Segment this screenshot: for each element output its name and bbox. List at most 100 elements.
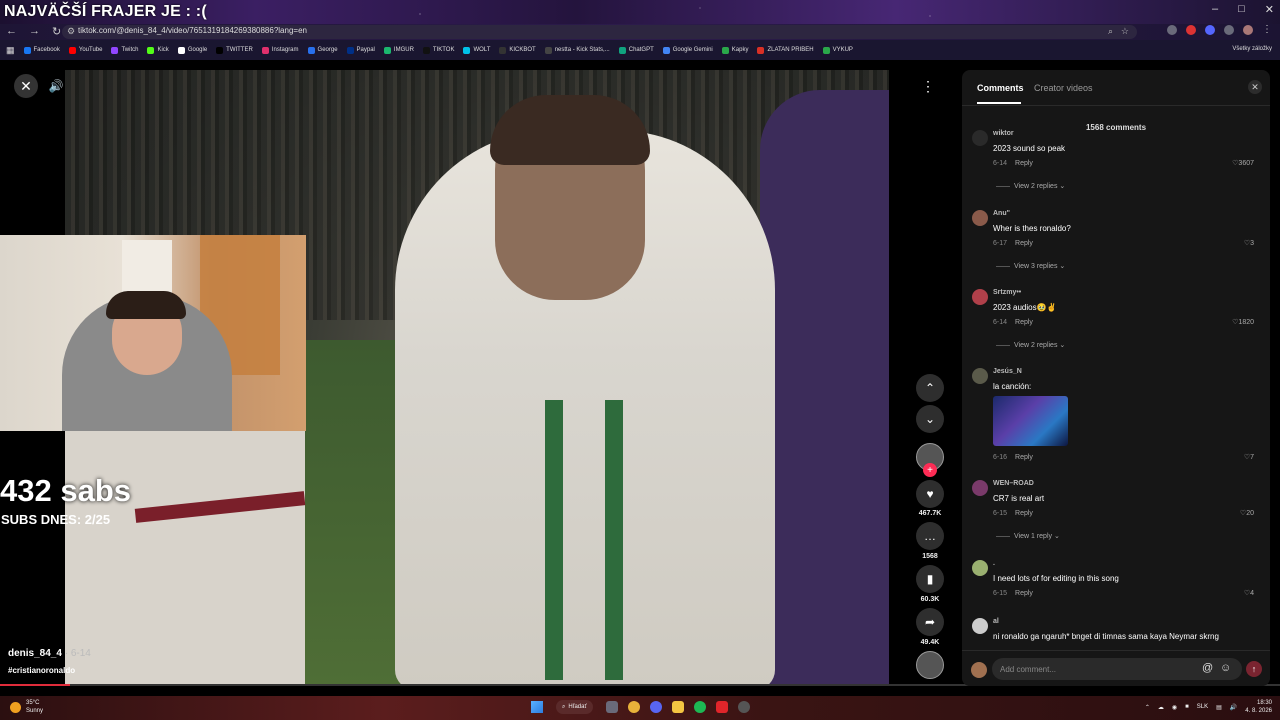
video-author[interactable]: denis_84_4 · 6-14	[8, 648, 91, 659]
view-replies-button[interactable]: View 1 reply ⌄	[996, 532, 1060, 540]
send-comment-icon[interactable]: ↑	[1246, 661, 1262, 677]
extension-icon[interactable]	[1224, 25, 1234, 35]
follow-plus-icon[interactable]: +	[923, 463, 937, 477]
weather-widget[interactable]: 35°C Sunny	[10, 699, 43, 715]
file-explorer-icon[interactable]	[672, 701, 684, 713]
language-indicator[interactable]: SLK	[1197, 704, 1208, 710]
bookmark-item[interactable]: Twitch	[111, 46, 138, 54]
extension-icon[interactable]	[1186, 25, 1196, 35]
reply-button[interactable]: Reply	[1015, 454, 1033, 461]
bookmark-icon[interactable]: ▮	[916, 565, 944, 593]
media-app-icon[interactable]	[716, 701, 728, 713]
commenter-avatar[interactable]	[972, 480, 988, 496]
bookmark-item[interactable]: nestta - Kick Stats,...	[544, 46, 610, 54]
commenter-name[interactable]: Jesús_N	[993, 368, 1022, 375]
comment-like[interactable]: ♡1820	[1232, 318, 1254, 326]
minimize-icon[interactable]: –	[1212, 3, 1218, 16]
commenter-name[interactable]: .	[993, 560, 995, 567]
tab-creator-videos[interactable]: Creator videos	[1034, 83, 1093, 93]
site-info-icon[interactable]: ⚙	[67, 26, 75, 37]
bookmark-item[interactable]: Google	[177, 46, 207, 54]
bookmark-item[interactable]: TWITTER	[216, 46, 253, 54]
commenter-avatar[interactable]	[972, 130, 988, 146]
commenter-avatar[interactable]	[972, 289, 988, 305]
profile-avatar[interactable]	[1243, 25, 1253, 35]
bookmark-star-icon[interactable]: ☆	[1121, 26, 1129, 37]
bookmark-item[interactable]: Google Gemini	[662, 46, 713, 54]
bookmark-item[interactable]: Kapky	[721, 46, 748, 54]
tray-expand-icon[interactable]: ⌃	[1145, 704, 1150, 711]
next-video-button[interactable]: ⌄	[916, 405, 944, 433]
commenter-avatar[interactable]	[972, 618, 988, 634]
emoji-icon[interactable]: ☺	[1220, 662, 1231, 674]
share-icon[interactable]: ➦	[916, 608, 944, 636]
bookmark-item[interactable]: TIKTOK	[422, 46, 454, 54]
volume-icon[interactable]: 🔊	[46, 76, 66, 96]
comment-like[interactable]: ♡3	[1244, 239, 1254, 247]
speaker-icon[interactable]: 🔊	[1230, 704, 1237, 711]
maximize-icon[interactable]: □	[1238, 3, 1245, 16]
commenter-name[interactable]: al	[993, 618, 999, 625]
bookmark-item[interactable]: Instagram	[261, 46, 299, 54]
windows-start-icon[interactable]	[531, 701, 543, 713]
bookmark-item[interactable]: ZLATAN PRIBEH	[757, 46, 814, 54]
close-panel-icon[interactable]: ✕	[1248, 80, 1262, 94]
view-replies-button[interactable]: View 2 replies ⌄	[996, 341, 1065, 349]
bookmark-item[interactable]: YouTube	[68, 46, 102, 54]
sound-disc-icon[interactable]	[916, 651, 944, 679]
bookmark-item[interactable]: Paypal	[346, 46, 375, 54]
commenter-avatar[interactable]	[972, 560, 988, 576]
apps-grid-icon[interactable]: ▦	[6, 45, 15, 56]
commenter-name[interactable]: WEN–ROAD	[993, 480, 1034, 487]
tray-app-icon[interactable]: ☁	[1158, 704, 1164, 711]
video-hashtag[interactable]: #cristianoronaldo	[8, 666, 75, 675]
tray-app-icon[interactable]: ◉	[1172, 704, 1177, 711]
commenter-name[interactable]: wiktor	[993, 130, 1014, 137]
comment-icon[interactable]: …	[916, 522, 944, 550]
spotify-icon[interactable]	[694, 701, 706, 713]
discord-icon[interactable]	[650, 701, 662, 713]
clock[interactable]: 18:30 4. 8. 2026	[1245, 699, 1272, 715]
comment-like[interactable]: ♡3607	[1232, 159, 1254, 167]
like-icon[interactable]: ♥	[916, 480, 944, 508]
extension-icon[interactable]	[1167, 25, 1177, 35]
commenter-avatar[interactable]	[972, 210, 988, 226]
all-bookmarks[interactable]: Všetky záložky	[1232, 46, 1272, 52]
bookmark-item[interactable]: ChatGPT	[618, 46, 654, 54]
menu-dots-icon[interactable]: ⋮	[1262, 25, 1272, 35]
tab-comments[interactable]: Comments	[977, 83, 1024, 93]
close-window-icon[interactable]: ✕	[1265, 3, 1274, 16]
author-name[interactable]: denis_84_4	[8, 648, 62, 659]
extension-icon[interactable]	[1205, 25, 1215, 35]
view-replies-button[interactable]: View 2 replies ⌄	[996, 182, 1065, 190]
close-video-icon[interactable]: ✕	[14, 74, 38, 98]
url-field[interactable]: ⚙ tiktok.com/@denis_84_4/video/765131918…	[62, 25, 1137, 39]
taskbar-search[interactable]: ⌕ Hľadať	[556, 700, 593, 714]
commenter-avatar[interactable]	[972, 368, 988, 384]
reply-button[interactable]: Reply	[1015, 319, 1033, 326]
previous-video-button[interactable]: ⌃	[916, 374, 944, 402]
reply-button[interactable]: Reply	[1015, 510, 1033, 517]
comment-image[interactable]	[993, 396, 1068, 446]
bookmark-item[interactable]: VYKUP	[822, 46, 853, 54]
app-icon[interactable]	[738, 701, 750, 713]
chrome-icon[interactable]	[628, 701, 640, 713]
commenter-name[interactable]: Srtzmy••	[993, 289, 1021, 296]
bookmark-item[interactable]: KICKBOT	[499, 46, 536, 54]
bookmark-item[interactable]: IMGUR	[383, 46, 414, 54]
bookmark-item[interactable]: George	[307, 46, 338, 54]
reply-button[interactable]: Reply	[1015, 590, 1033, 597]
commenter-name[interactable]: Anu"	[993, 210, 1010, 217]
reload-icon[interactable]: ↻	[52, 25, 61, 38]
comment-like[interactable]: ♡7	[1244, 453, 1254, 461]
task-view-icon[interactable]	[606, 701, 618, 713]
forward-icon[interactable]: →	[29, 25, 40, 38]
bookmark-item[interactable]: WOLT	[463, 46, 490, 54]
comment-like[interactable]: ♡4	[1244, 589, 1254, 597]
reply-button[interactable]: Reply	[1015, 240, 1033, 247]
bookmark-item[interactable]: Kick	[147, 46, 169, 54]
tray-app-icon[interactable]: ■	[1185, 704, 1189, 710]
zoom-icon[interactable]: ⌕	[1108, 26, 1113, 37]
back-icon[interactable]: ←	[6, 25, 17, 38]
view-replies-button[interactable]: View 3 replies ⌄	[996, 262, 1065, 270]
